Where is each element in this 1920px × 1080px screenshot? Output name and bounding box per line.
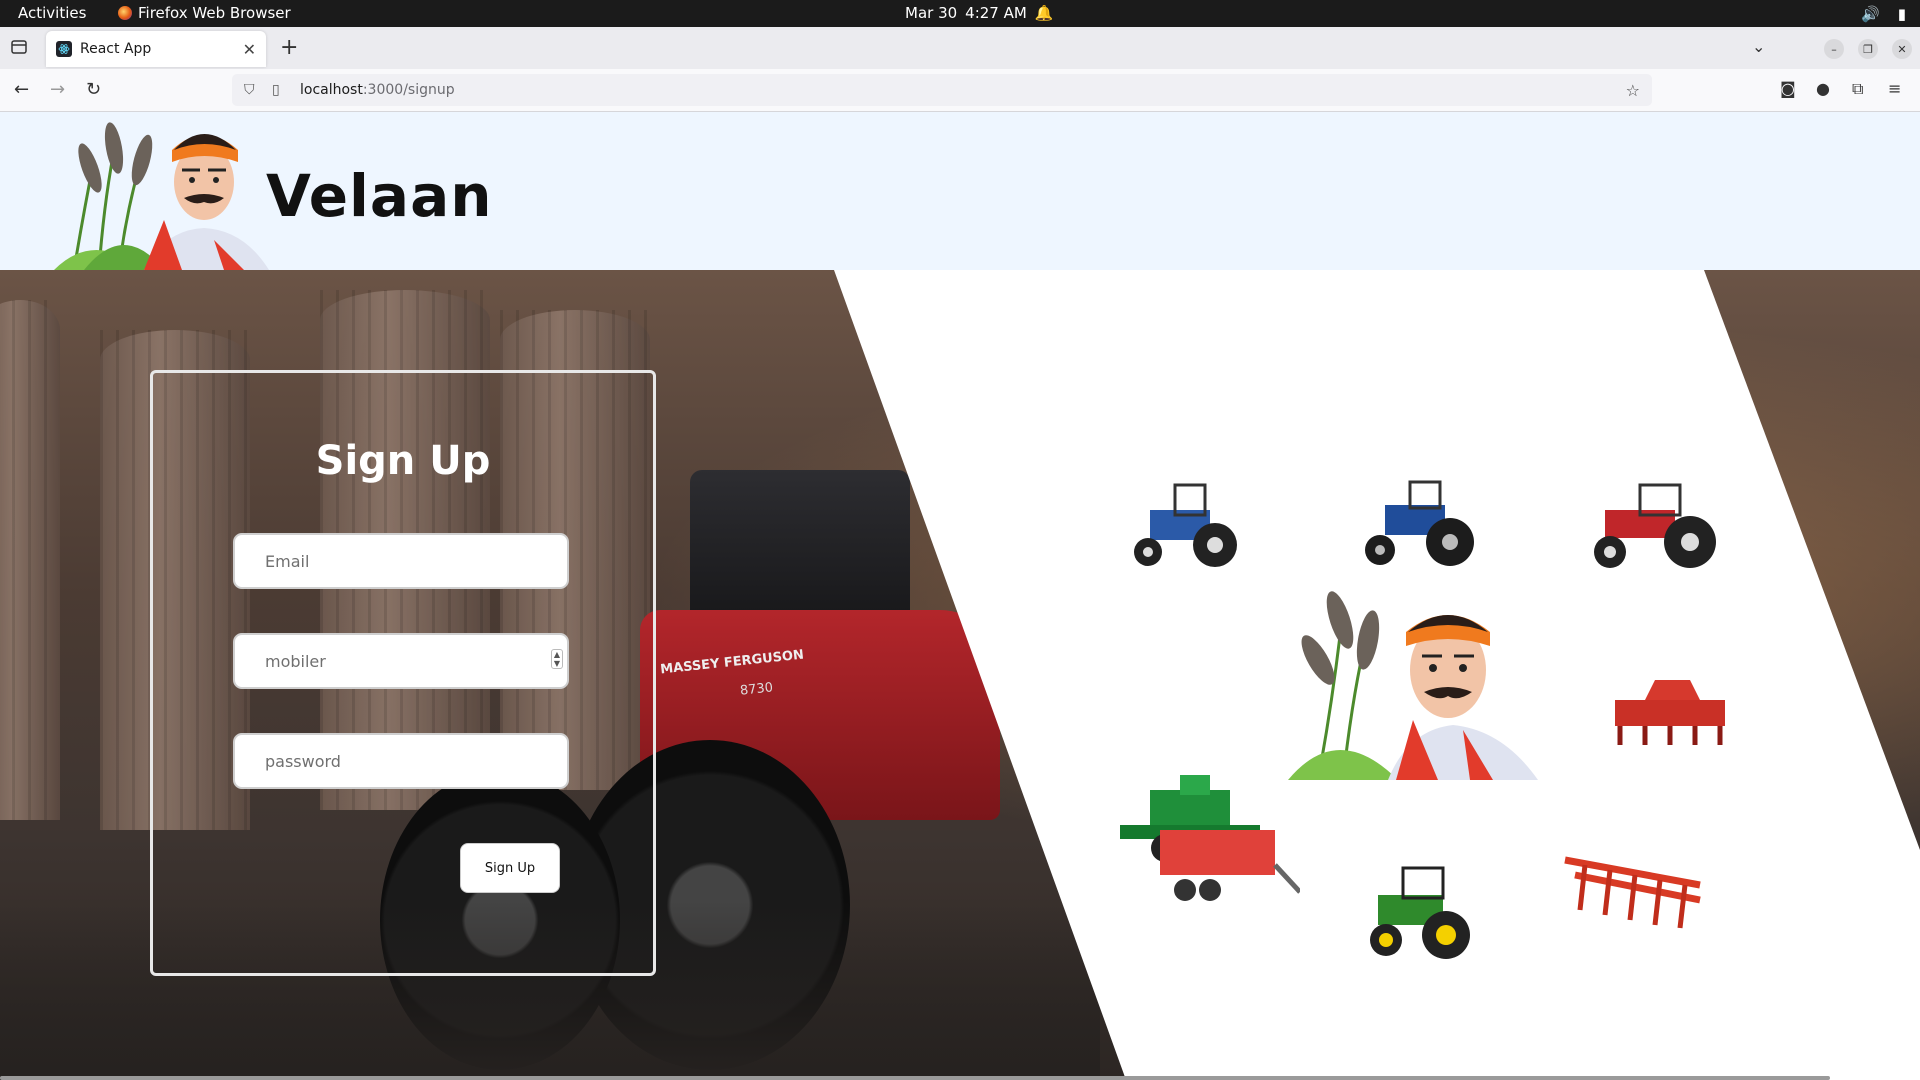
page-icon: ▯: [272, 82, 280, 98]
horizontal-scrollbar[interactable]: [0, 1076, 1830, 1080]
mobile-field-wrapper: ▲▼: [233, 633, 569, 689]
alarm-icon: 🔔: [1034, 4, 1054, 22]
system-tray[interactable]: 🔊 ▮: [1861, 5, 1906, 23]
tab-title: React App: [80, 41, 152, 57]
silo: [0, 300, 60, 820]
clock-date: Mar 30: [905, 4, 958, 22]
signup-button[interactable]: Sign Up: [460, 843, 560, 893]
red-tractor-icon: [1594, 483, 1716, 568]
pocket-icon[interactable]: ◙: [1780, 79, 1796, 98]
close-window-icon[interactable]: ✕: [1892, 39, 1912, 59]
minimize-icon[interactable]: –: [1824, 39, 1844, 59]
clock[interactable]: Mar 30 4:27 AM 🔔: [905, 4, 1054, 22]
clock-time: 4:27 AM: [965, 4, 1027, 22]
form-title: Sign Up: [315, 438, 491, 484]
farmer-illustration-icon: [1288, 591, 1538, 780]
system-top-bar: Activities Firefox Web Browser Mar 30 4:…: [0, 0, 1920, 27]
green-tractor-icon: [1370, 866, 1470, 959]
firefox-view-icon[interactable]: [10, 38, 30, 58]
mobile-input[interactable]: [233, 633, 569, 689]
rotavator-icon: [1615, 680, 1725, 745]
tab-react-app[interactable]: React App ✕: [46, 31, 266, 67]
firefox-icon: [118, 6, 132, 20]
shield-icon[interactable]: ⛉: [244, 82, 260, 98]
brand-title: Velaan: [266, 162, 493, 230]
blue-utility-tractor-icon: [1365, 480, 1474, 566]
new-tab-icon[interactable]: +: [280, 35, 298, 60]
url-bar[interactable]: ⛉ ▯ localhost:3000/signup ☆: [232, 74, 1652, 106]
site-header: Velaan: [0, 112, 1920, 270]
battery-icon: ▮: [1897, 5, 1906, 23]
hero-section: MASSEY FERGUSON 8730 Sign Up Email mobil…: [0, 270, 1920, 1080]
app-menu[interactable]: Firefox Web Browser: [118, 4, 291, 22]
volume-icon: 🔊: [1861, 5, 1880, 23]
url-host: localhost: [300, 82, 363, 98]
restore-icon[interactable]: ❐: [1858, 39, 1878, 59]
url-path: :3000/signup: [362, 82, 455, 98]
tab-strip: React App ✕ + ⌄ – ❐ ✕: [0, 27, 1920, 69]
trailer-icon: [1160, 830, 1300, 901]
blue-tractor-icon: [1134, 483, 1237, 567]
back-icon[interactable]: ←: [14, 79, 29, 100]
app-name: Firefox Web Browser: [138, 4, 291, 22]
navigation-toolbar: ← → ↻ ⛉ ▯ localhost:3000/signup ☆ ◙ ● ⧉ …: [0, 69, 1920, 112]
email-input[interactable]: [233, 533, 569, 589]
account-avatar-icon[interactable]: ●: [1816, 79, 1830, 98]
tab-close-icon[interactable]: ✕: [243, 40, 256, 59]
activities-button[interactable]: Activities: [18, 4, 86, 22]
page-viewport: Velaan MASSEY FERGUSON 8730 Sign Up Emai…: [0, 112, 1920, 1080]
signup-form: Sign Up ▲▼ Sign Up: [150, 370, 656, 976]
password-input[interactable]: [233, 733, 569, 789]
reload-icon[interactable]: ↻: [86, 79, 101, 100]
forward-icon[interactable]: →: [50, 79, 65, 100]
list-all-tabs-icon[interactable]: ⌄: [1752, 37, 1765, 56]
extensions-icon[interactable]: ⧉: [1852, 79, 1863, 99]
cultivator-icon: [1564, 856, 1701, 929]
number-spinner-icon[interactable]: ▲ ▼: [551, 649, 563, 669]
bookmark-star-icon[interactable]: ☆: [1626, 81, 1640, 100]
react-favicon-icon: [56, 41, 72, 57]
menu-icon[interactable]: ≡: [1888, 79, 1901, 98]
